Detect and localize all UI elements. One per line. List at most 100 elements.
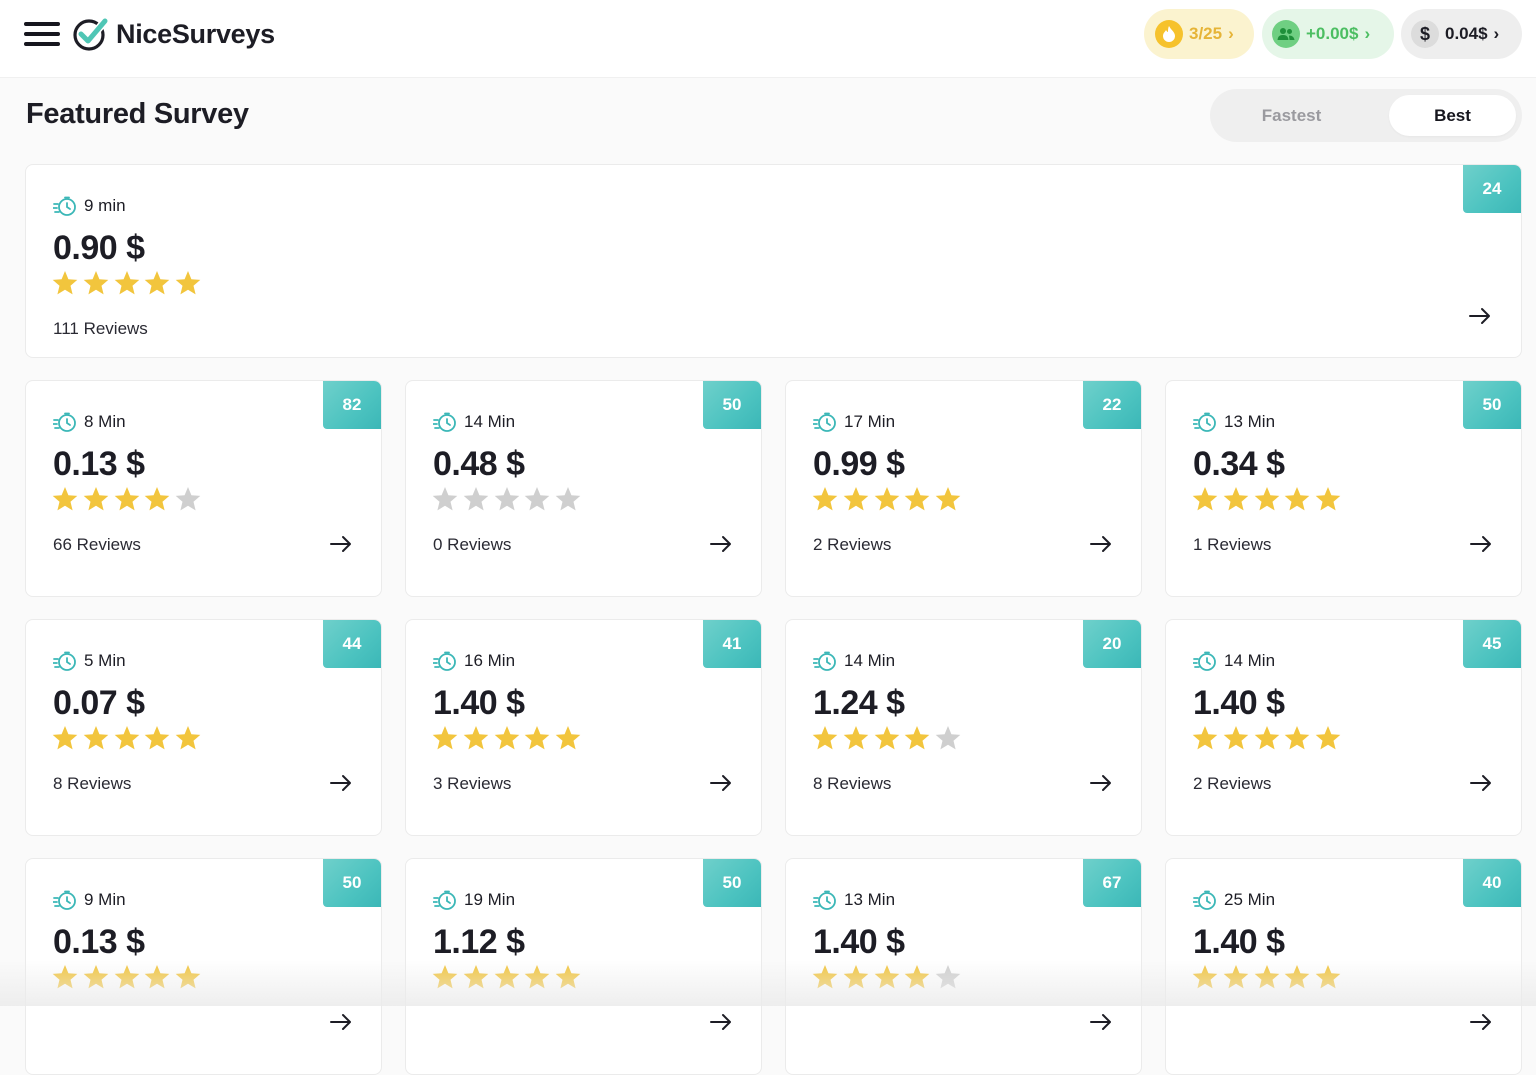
referral-pill[interactable]: +0.00$ › <box>1262 9 1394 59</box>
survey-rating <box>1191 724 1345 752</box>
survey-score-badge: 40 <box>1463 859 1521 907</box>
timer-icon <box>433 412 456 432</box>
survey-reward: 1.12 $ <box>433 923 525 961</box>
arrow-right-icon[interactable] <box>329 1010 353 1034</box>
star-icon <box>905 965 930 989</box>
timer-icon <box>53 890 76 910</box>
survey-card[interactable]: 44 5 Min 0.07 $ 8 Reviews <box>25 619 382 836</box>
survey-card[interactable]: 41 16 Min 1.40 $ 3 Reviews <box>405 619 762 836</box>
survey-rating <box>431 485 585 513</box>
survey-card[interactable]: 50 13 Min 0.34 $ 1 Reviews <box>1165 380 1522 597</box>
star-icon <box>145 487 170 511</box>
star-icon <box>1315 965 1341 989</box>
timer-icon <box>433 890 456 910</box>
survey-card[interactable]: 20 14 Min 1.24 $ 8 Reviews <box>785 619 1142 836</box>
survey-score-badge: 20 <box>1083 620 1141 668</box>
star-icon <box>874 965 899 989</box>
survey-duration-text: 14 Min <box>844 651 896 670</box>
survey-rating <box>811 963 965 991</box>
star-icon <box>52 965 78 989</box>
arrow-right-icon[interactable] <box>1089 771 1113 795</box>
survey-duration: 17 Min <box>813 411 895 433</box>
survey-card[interactable]: 22 17 Min 0.99 $ 2 Reviews <box>785 380 1142 597</box>
arrow-right-icon[interactable] <box>329 532 353 556</box>
survey-reward: 1.40 $ <box>433 684 525 722</box>
chevron-right-icon: › <box>1493 24 1500 43</box>
timer-icon <box>53 651 76 671</box>
timer-icon <box>53 412 76 432</box>
star-icon <box>1315 487 1341 511</box>
survey-duration: 25 Min <box>1193 889 1275 911</box>
star-icon <box>1192 726 1218 750</box>
star-icon <box>432 726 458 750</box>
section-title: Featured Survey <box>26 98 249 130</box>
survey-duration: 8 Min <box>53 411 126 433</box>
survey-reward: 0.90 $ <box>53 229 145 267</box>
survey-duration-text: 16 Min <box>464 651 516 670</box>
survey-card[interactable]: 40 25 Min 1.40 $ <box>1165 858 1522 1075</box>
star-icon <box>843 965 869 989</box>
survey-review-count: 1 Reviews <box>1193 535 1272 554</box>
arrow-right-icon[interactable] <box>329 771 353 795</box>
survey-duration: 9 Min <box>53 889 126 911</box>
arrow-right-icon[interactable] <box>1469 771 1493 795</box>
star-icon <box>494 965 519 989</box>
star-icon <box>52 726 78 750</box>
arrow-right-icon[interactable] <box>1468 304 1492 328</box>
survey-reward: 1.40 $ <box>813 923 905 961</box>
star-icon <box>905 726 930 750</box>
survey-duration-text: 8 Min <box>84 412 126 431</box>
balance-pill[interactable]: $ 0.04$ › <box>1401 9 1522 59</box>
arrow-right-icon[interactable] <box>1089 1010 1113 1034</box>
survey-score-badge: 50 <box>703 381 761 429</box>
star-icon <box>1223 965 1249 989</box>
arrow-right-icon[interactable] <box>1469 1010 1493 1034</box>
arrow-right-icon[interactable] <box>709 532 733 556</box>
star-icon <box>525 487 550 511</box>
star-icon <box>1223 487 1249 511</box>
survey-reward: 0.13 $ <box>53 923 145 961</box>
survey-card[interactable]: 45 14 Min 1.40 $ 2 Reviews <box>1165 619 1522 836</box>
star-icon <box>175 271 201 295</box>
star-icon <box>935 965 961 989</box>
survey-duration-text: 14 Min <box>1224 651 1276 670</box>
survey-rating <box>431 963 585 991</box>
star-icon <box>1285 487 1310 511</box>
arrow-right-icon[interactable] <box>1469 532 1493 556</box>
timer-icon <box>433 651 456 671</box>
arrow-right-icon[interactable] <box>709 771 733 795</box>
timer-icon <box>53 196 76 216</box>
survey-review-count: 2 Reviews <box>1193 774 1272 793</box>
star-icon <box>525 965 550 989</box>
survey-card[interactable]: 82 8 Min 0.13 $ 66 Reviews <box>25 380 382 597</box>
survey-card[interactable]: 50 19 Min 1.12 $ <box>405 858 762 1075</box>
survey-card[interactable]: 50 14 Min 0.48 $ 0 Reviews <box>405 380 762 597</box>
star-icon <box>1192 487 1218 511</box>
survey-rating <box>51 963 205 991</box>
survey-review-count: 8 Reviews <box>53 774 132 793</box>
survey-duration-text: 19 Min <box>464 890 516 909</box>
star-icon <box>1285 726 1310 750</box>
survey-duration: 13 Min <box>813 889 895 911</box>
survey-rating <box>51 485 205 513</box>
star-icon <box>145 726 170 750</box>
arrow-right-icon[interactable] <box>709 1010 733 1034</box>
sort-best-option[interactable]: Best <box>1389 95 1516 136</box>
star-icon <box>114 487 139 511</box>
star-icon <box>432 965 458 989</box>
arrow-right-icon[interactable] <box>1089 532 1113 556</box>
survey-card[interactable]: 50 9 Min 0.13 $ <box>25 858 382 1075</box>
star-icon <box>1285 965 1310 989</box>
streak-value: 3/25 <box>1189 24 1223 43</box>
survey-rating <box>1191 485 1345 513</box>
top-bar: NiceSurveys 3/25 › +0.00$ › $ 0.04$ › <box>0 0 1536 78</box>
streak-pill[interactable]: 3/25 › <box>1144 9 1254 59</box>
star-icon <box>1254 487 1279 511</box>
sort-fastest-option[interactable]: Fastest <box>1228 95 1355 136</box>
survey-score-badge: 24 <box>1463 165 1521 213</box>
star-icon <box>494 487 519 511</box>
menu-icon[interactable] <box>24 20 60 48</box>
star-icon <box>1223 726 1249 750</box>
survey-card[interactable]: 24 9 min 0.90 $ 111 Reviews <box>25 164 1522 358</box>
survey-card[interactable]: 67 13 Min 1.40 $ <box>785 858 1142 1075</box>
